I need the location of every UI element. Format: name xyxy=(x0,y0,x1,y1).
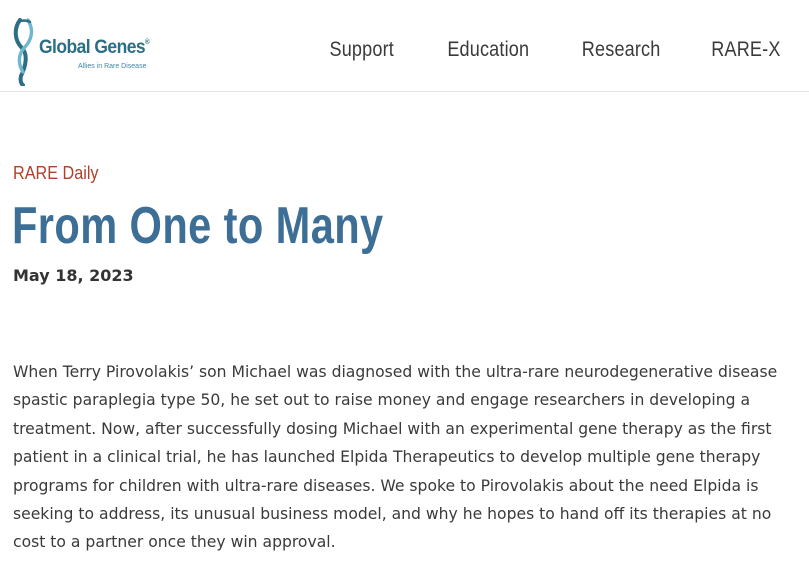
article-body: When Terry Pirovolakis’ son Michael was … xyxy=(13,363,778,552)
logo-wordmark: Global Genes® xyxy=(39,37,150,59)
logo-tagline: Allies in Rare Disease xyxy=(78,63,147,70)
registered-mark: ® xyxy=(145,39,150,46)
logo-name-text: Global Genes xyxy=(39,37,146,58)
site-header: Global Genes® Allies in Rare Disease Sup… xyxy=(0,0,809,92)
article-title: From One to Many xyxy=(12,197,384,255)
nav-support[interactable]: Support xyxy=(329,38,393,62)
article-category-link[interactable]: RARE Daily xyxy=(13,163,99,184)
nav-education[interactable]: Education xyxy=(447,38,529,62)
global-genes-logo[interactable]: Global Genes® Allies in Rare Disease xyxy=(12,18,162,88)
article-date: May 18, 2023 xyxy=(13,266,134,285)
nav-rare-x[interactable]: RARE-X xyxy=(712,38,781,62)
nav-research[interactable]: Research xyxy=(582,38,661,62)
dna-ribbon-icon xyxy=(13,18,34,86)
main-nav: Support Education Research RARE-X xyxy=(319,38,781,62)
